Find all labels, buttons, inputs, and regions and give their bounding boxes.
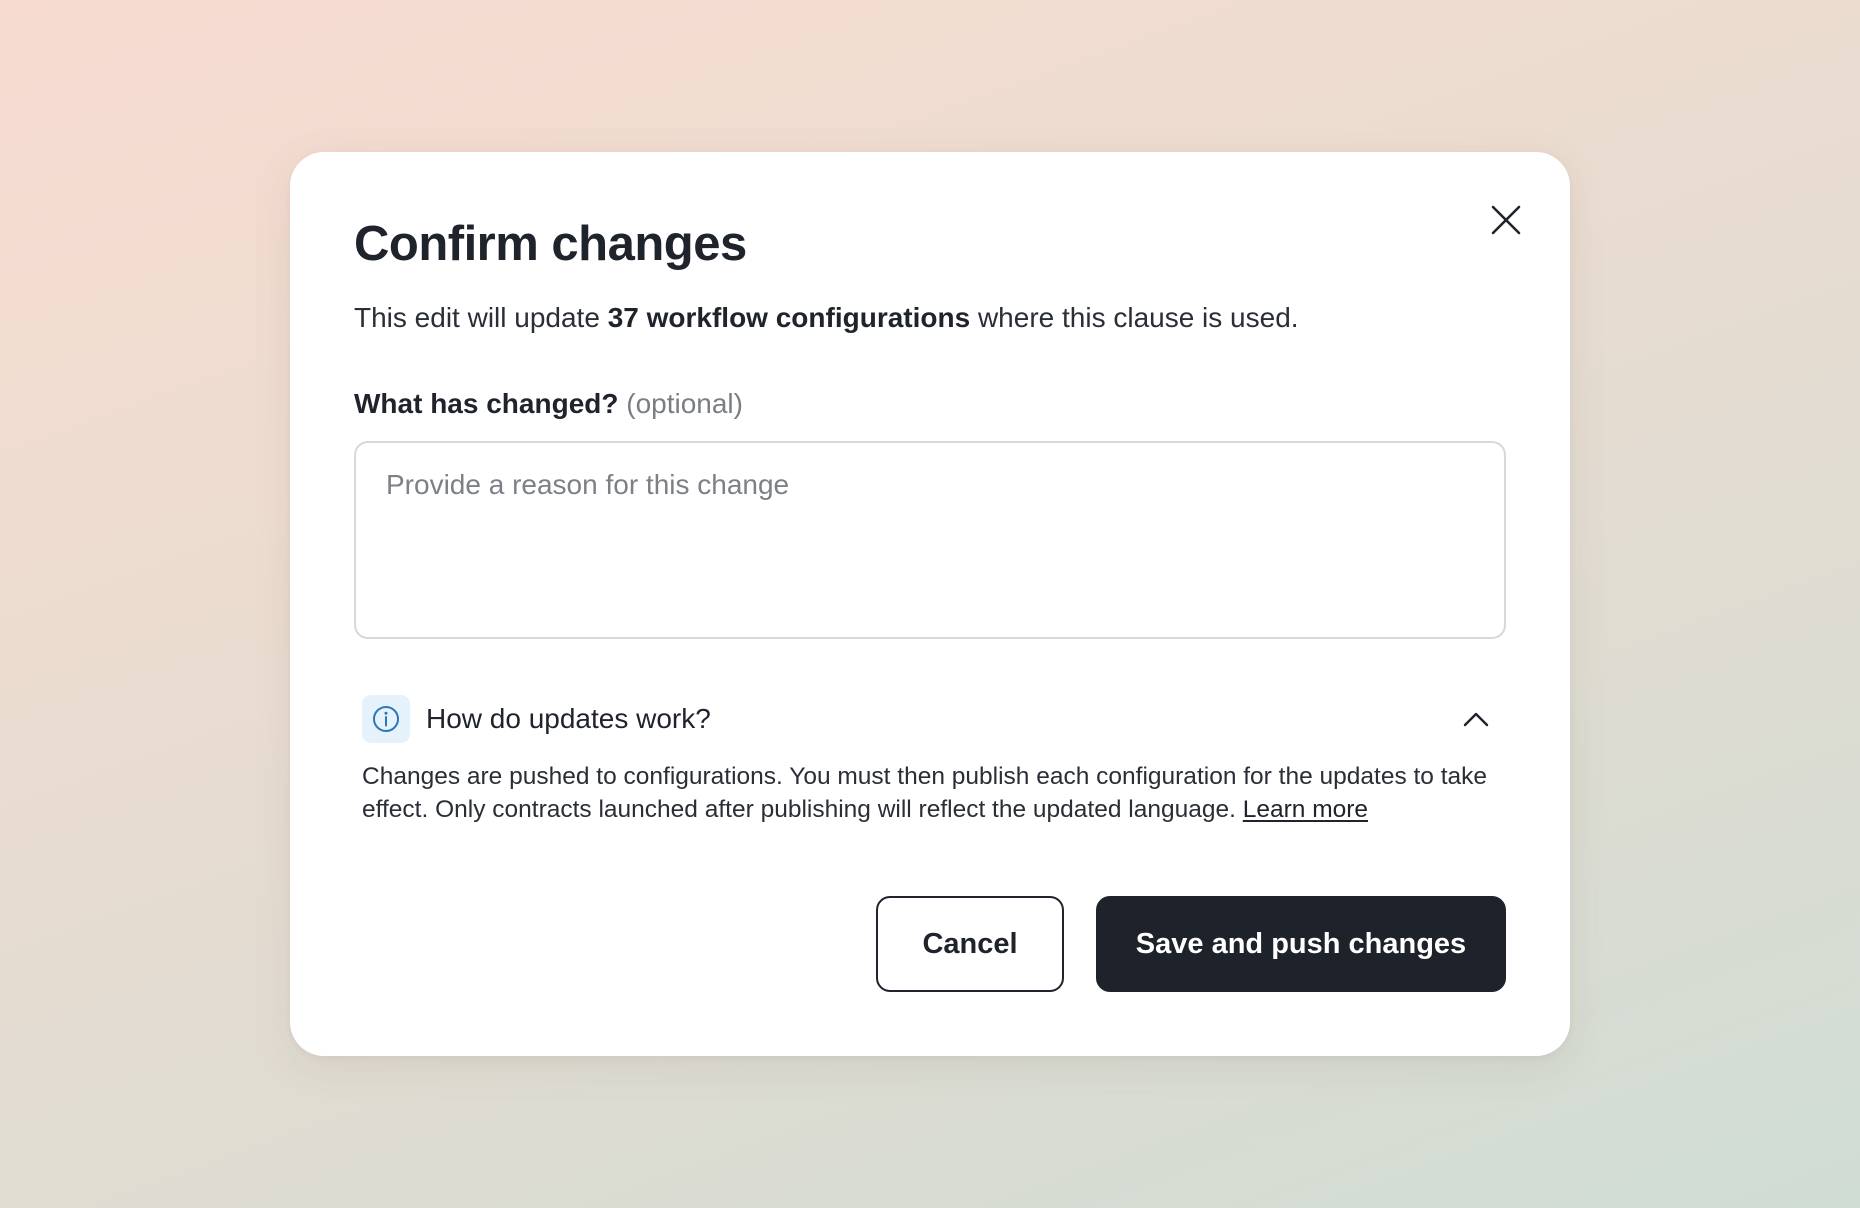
subtitle-count: 37 workflow configurations <box>607 301 971 333</box>
info-icon <box>373 705 399 732</box>
info-section-body: Changes are pushed to configurations. Yo… <box>362 761 1506 827</box>
reason-field-label: What has changed? (optional) <box>354 386 1506 422</box>
save-and-push-button[interactable]: Save and push changes <box>1096 896 1506 992</box>
subtitle-suffix: where this clause is used. <box>970 301 1299 333</box>
close-button[interactable] <box>1482 196 1530 244</box>
cancel-button[interactable]: Cancel <box>876 896 1064 992</box>
collapse-button[interactable] <box>1456 699 1496 739</box>
reason-label-text: What has changed? <box>354 388 619 420</box>
dialog-actions: Cancel Save and push changes <box>876 896 1506 992</box>
close-icon <box>1491 205 1521 235</box>
dialog-subtitle: This edit will update 37 workflow config… <box>354 300 1506 336</box>
reason-input[interactable] <box>354 440 1506 639</box>
info-section-title: How do updates work? <box>426 702 711 734</box>
subtitle-prefix: This edit will update <box>354 301 608 333</box>
info-icon-badge <box>362 694 410 743</box>
optional-tag: (optional) <box>626 388 743 420</box>
chevron-up-icon <box>1463 712 1489 726</box>
info-section-toggle[interactable]: How do updates work? <box>354 694 1506 743</box>
learn-more-link[interactable]: Learn more <box>1243 796 1368 823</box>
dialog-title: Confirm changes <box>354 217 747 271</box>
confirm-changes-dialog: Confirm changes This edit will update 37… <box>290 152 1570 1056</box>
